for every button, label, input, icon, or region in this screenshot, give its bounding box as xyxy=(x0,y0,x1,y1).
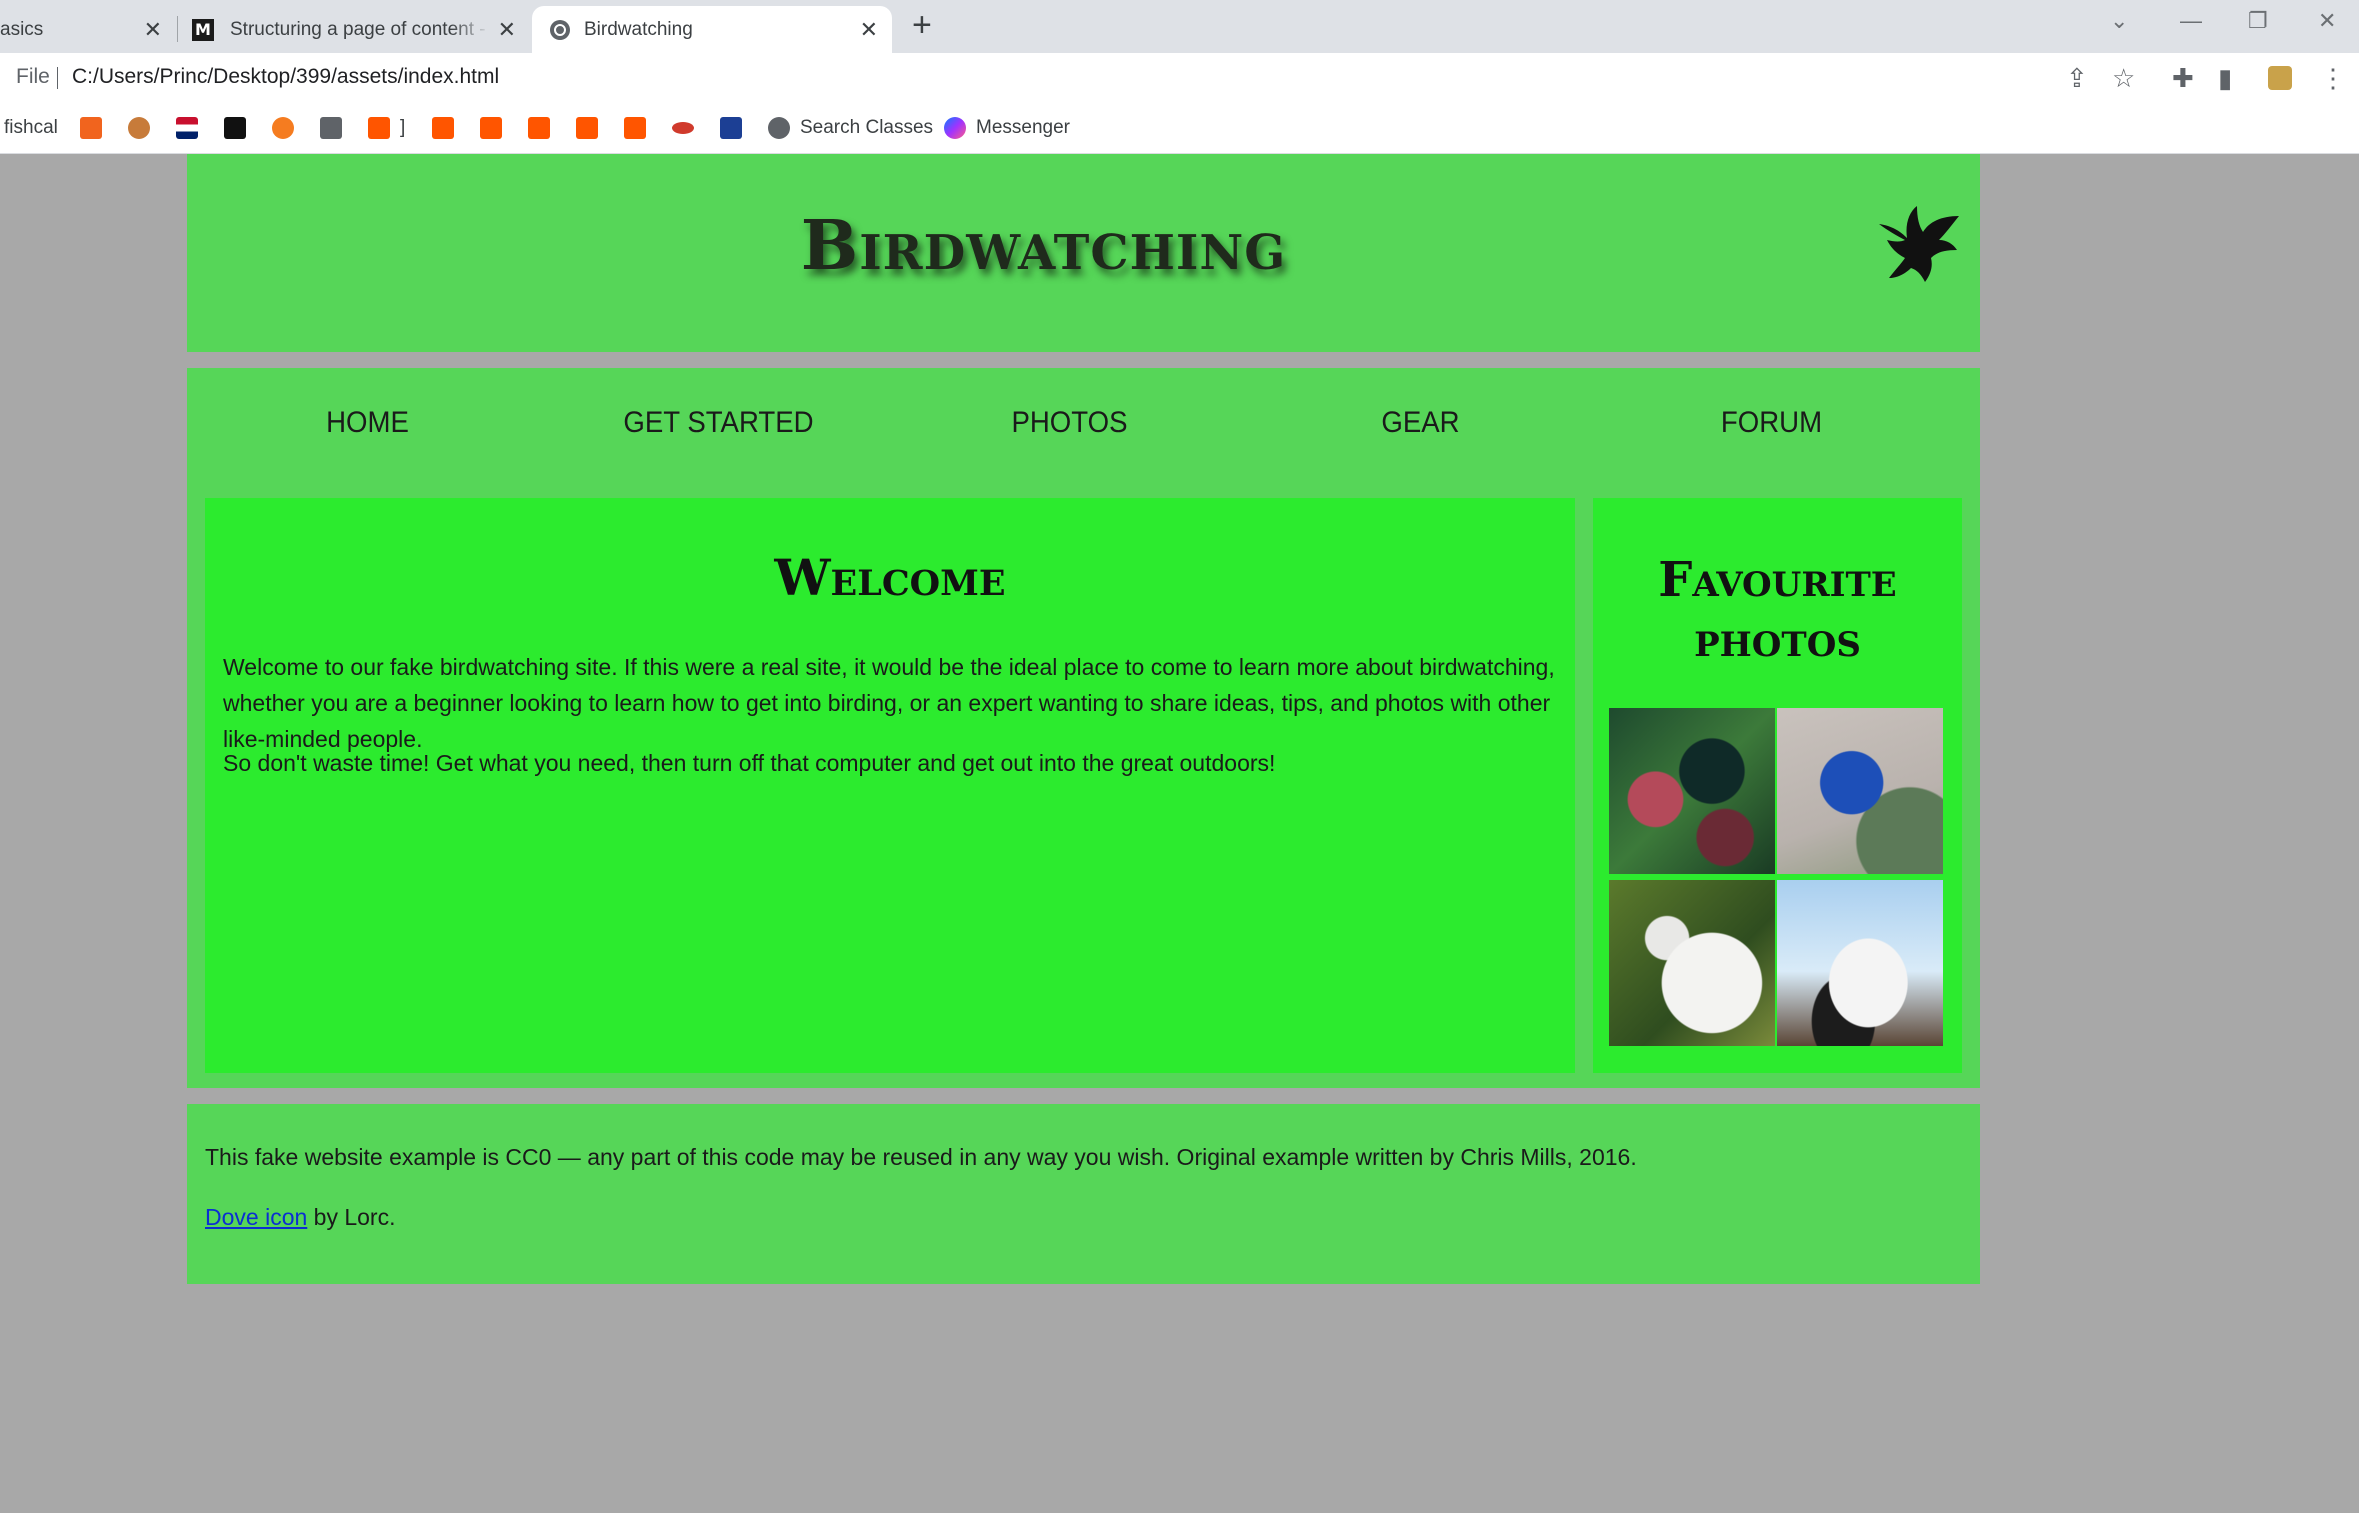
side-panel-icon[interactable]: ▮ xyxy=(2218,63,2232,94)
site-header: Birdwatching xyxy=(187,154,1980,352)
close-icon[interactable]: ✕ xyxy=(860,17,878,43)
globe-icon xyxy=(768,117,790,139)
photo-tui[interactable] xyxy=(1609,708,1775,874)
favourite-photos-aside: Favourite photos xyxy=(1593,498,1962,1073)
nav-home[interactable]: HOME xyxy=(206,406,529,440)
tracking-icon xyxy=(720,117,742,139)
tab-title: Structuring a page of content - Le xyxy=(230,18,490,40)
soundcloud-icon xyxy=(480,117,502,139)
globe-icon xyxy=(550,19,570,40)
tab-title: Birdwatching xyxy=(584,18,693,40)
bookmark-red[interactable] xyxy=(672,114,694,142)
soundcloud-icon xyxy=(576,117,598,139)
bookmark-messenger[interactable]: Messenger xyxy=(944,114,1070,142)
flag-icon xyxy=(176,117,198,139)
dove-icon-link[interactable]: Dove icon xyxy=(205,1204,307,1230)
nav-gear[interactable]: GEAR xyxy=(1259,406,1582,440)
soundcloud-icon xyxy=(528,117,550,139)
credit-text: Dove icon by Lorc. xyxy=(205,1204,396,1231)
bookmark-soundcloud-6[interactable] xyxy=(624,114,646,142)
site-title: Birdwatching xyxy=(800,206,1287,286)
photo-peacock[interactable] xyxy=(1777,708,1943,874)
aside-heading: Favourite photos xyxy=(1658,552,1897,668)
tab-structuring[interactable]: M Structuring a page of content - Le ✕ xyxy=(178,6,530,53)
dove-icon xyxy=(1879,206,1959,282)
nav-photos[interactable]: PHOTOS xyxy=(908,406,1231,440)
bookmark-label: ] xyxy=(400,117,406,138)
license-text: This fake website example is CC0 — any p… xyxy=(205,1144,1637,1170)
tab-title: asics xyxy=(0,18,44,40)
bookmark-black[interactable] xyxy=(224,114,246,142)
site-footer: This fake website example is CC0 — any p… xyxy=(187,1104,1980,1284)
mdn-icon: M xyxy=(192,18,214,41)
bookmark-label: fishcal xyxy=(4,117,58,138)
square-logo-icon xyxy=(224,117,246,139)
bookmark-17track[interactable] xyxy=(720,114,742,142)
soundcloud-icon xyxy=(624,117,646,139)
new-tab-button[interactable]: + xyxy=(912,8,932,42)
folder-icon xyxy=(320,117,342,139)
close-icon[interactable]: ✕ xyxy=(144,17,162,43)
extensions-icon[interactable]: ✚ xyxy=(2172,63,2194,94)
url-divider xyxy=(57,67,58,89)
welcome-article: Welcome Welcome to our fake birdwatching… xyxy=(205,498,1575,1073)
menu-icon[interactable]: ⋮ xyxy=(2320,63,2346,94)
browser-toolbar: File C:/Users/Princ/Desktop/399/assets/i… xyxy=(0,53,2359,103)
circle-logo-icon xyxy=(272,117,294,139)
messenger-icon xyxy=(944,117,966,139)
bookmark-flag[interactable] xyxy=(176,114,198,142)
bookmark-soundcloud-5[interactable] xyxy=(576,114,598,142)
bookmark-soundcloud-4[interactable] xyxy=(528,114,550,142)
photo-pelican[interactable] xyxy=(1777,880,1943,1046)
bookmark-gray[interactable] xyxy=(320,114,342,142)
article-heading: Welcome xyxy=(774,548,1006,607)
url-scheme-label[interactable]: File xyxy=(16,65,50,89)
photo-gallery xyxy=(1609,708,1943,1048)
close-icon[interactable]: ✕ xyxy=(498,17,516,43)
main-panel: HOME GET STARTED PHOTOS GEAR FORUM Welco… xyxy=(187,368,1980,1088)
tab-search-icon[interactable]: ⌄ xyxy=(2110,8,2128,34)
bookmark-search-classes[interactable]: Search Classes xyxy=(768,114,933,142)
nav-get-started[interactable]: GET STARTED xyxy=(557,406,880,440)
soundcloud-icon xyxy=(432,117,454,139)
bookmark-etsy[interactable] xyxy=(80,114,102,142)
bookmark-star-icon[interactable]: ☆ xyxy=(2112,63,2135,94)
address-bar[interactable]: C:/Users/Princ/Desktop/399/assets/index.… xyxy=(72,65,499,89)
share-icon[interactable]: ⇪ xyxy=(2066,63,2088,94)
avatar[interactable] xyxy=(2268,66,2292,90)
restore-icon[interactable]: ❐ xyxy=(2248,8,2268,34)
photo-ibis[interactable] xyxy=(1609,880,1775,1046)
bookmarks-bar: fishcal ] Search Classes Messenger xyxy=(0,103,2359,154)
bookmark-fox[interactable] xyxy=(128,114,150,142)
etsy-icon xyxy=(80,117,102,139)
bookmark-orange[interactable] xyxy=(272,114,294,142)
browser-tabstrip: asics ✕ M Structuring a page of content … xyxy=(0,0,2359,53)
nav-forum[interactable]: FORUM xyxy=(1610,406,1933,440)
bookmark-soundcloud-3[interactable] xyxy=(480,114,502,142)
page-viewport: Birdwatching HOME GET STARTED PHOTOS GEA… xyxy=(0,154,2359,1513)
soundcloud-icon xyxy=(368,117,390,139)
bookmark-label: Messenger xyxy=(976,117,1070,138)
minimize-icon[interactable]: — xyxy=(2180,8,2202,34)
bookmark-soundcloud-2[interactable] xyxy=(432,114,454,142)
window-close-icon[interactable]: ✕ xyxy=(2318,8,2336,34)
bookmark-fishcal[interactable]: fishcal xyxy=(4,114,58,142)
tab-asics[interactable]: asics ✕ xyxy=(0,6,176,53)
bookmark-label: Search Classes xyxy=(800,117,934,138)
credit-suffix: by Lorc. xyxy=(307,1204,396,1230)
article-paragraph: Welcome to our fake birdwatching site. I… xyxy=(223,654,1555,752)
tab-birdwatching[interactable]: Birdwatching ✕ xyxy=(532,6,892,53)
oval-logo-icon xyxy=(672,122,694,134)
bookmark-soundcloud-1[interactable]: ] xyxy=(368,114,405,142)
fox-icon xyxy=(128,117,150,139)
main-nav: HOME GET STARTED PHOTOS GEAR FORUM xyxy=(187,368,1980,488)
article-paragraph: So don't waste time! Get what you need, … xyxy=(223,750,1276,776)
